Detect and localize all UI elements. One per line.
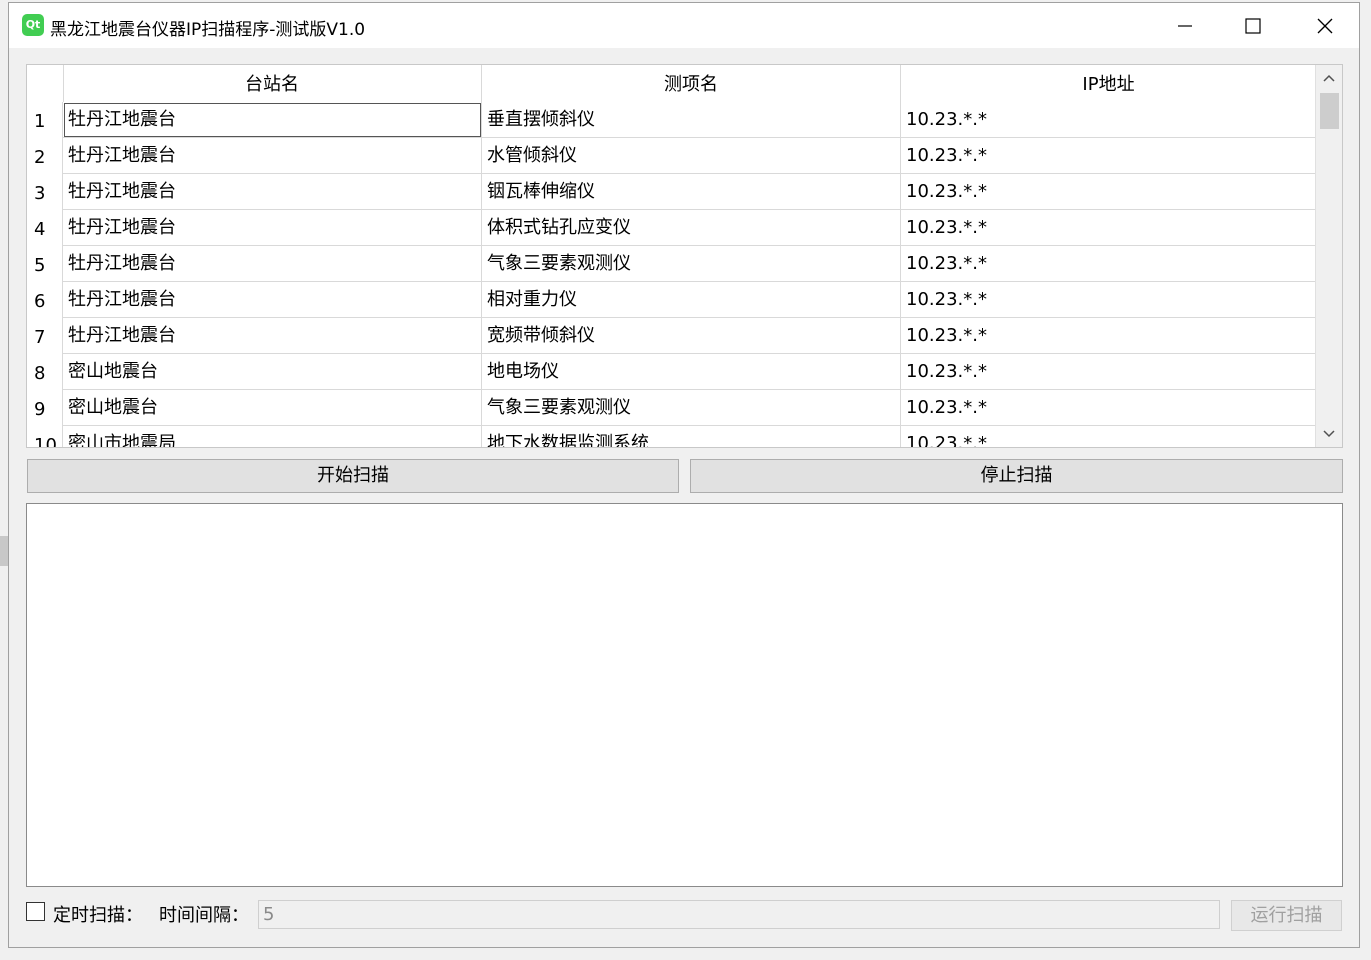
cell-item[interactable]: 地电场仪 <box>482 354 901 390</box>
table-row[interactable]: 7 牡丹江地震台 宽频带倾斜仪 10.23.*.* <box>27 318 1317 354</box>
cell-ip[interactable]: 10.23.*.* <box>901 174 1317 210</box>
interval-label: 时间间隔： <box>159 901 249 927</box>
cell-ip[interactable]: 10.23.*.* <box>901 282 1317 318</box>
row-number[interactable]: 5 <box>27 246 63 282</box>
maximize-icon <box>1245 18 1261 34</box>
cell-item[interactable]: 地下水数据监测系统 <box>482 426 901 448</box>
row-number[interactable]: 7 <box>27 318 63 354</box>
table-row[interactable]: 1 牡丹江地震台 垂直摆倾斜仪 10.23.*.* <box>27 102 1317 138</box>
timed-scan-checkbox[interactable] <box>26 902 45 921</box>
table-row[interactable]: 9 密山地震台 气象三要素观测仪 10.23.*.* <box>27 390 1317 426</box>
row-number[interactable]: 3 <box>27 174 63 210</box>
timed-scan-label[interactable]: 定时扫描： <box>53 901 143 927</box>
cell-station[interactable]: 密山地震台 <box>63 390 482 426</box>
cell-item[interactable]: 宽频带倾斜仪 <box>482 318 901 354</box>
scan-log-textarea[interactable] <box>26 503 1343 887</box>
table-row[interactable]: 10 密山市地震局 地下水数据监测系统 10.23.*.* <box>27 426 1317 448</box>
cell-item[interactable]: 相对重力仪 <box>482 282 901 318</box>
cell-station[interactable]: 牡丹江地震台 <box>63 210 482 246</box>
table-row[interactable]: 4 牡丹江地震台 体积式钻孔应变仪 10.23.*.* <box>27 210 1317 246</box>
table-row[interactable]: 2 牡丹江地震台 水管倾斜仪 10.23.*.* <box>27 138 1317 174</box>
cell-station[interactable]: 牡丹江地震台 <box>63 138 482 174</box>
cell-item[interactable]: 垂直摆倾斜仪 <box>482 102 901 138</box>
table-row[interactable]: 8 密山地震台 地电场仪 10.23.*.* <box>27 354 1317 390</box>
bottom-bar: 定时扫描： 时间间隔： 5 运行扫描 <box>9 893 1359 933</box>
cell-item[interactable]: 气象三要素观测仪 <box>482 390 901 426</box>
instrument-table: 台站名 测项名 IP地址 1 牡丹江地震台 垂直摆倾斜仪 10.23.*.* 2… <box>26 64 1343 448</box>
cell-ip[interactable]: 10.23.*.* <box>901 390 1317 426</box>
scroll-up-button[interactable] <box>1316 65 1342 91</box>
cell-item[interactable]: 水管倾斜仪 <box>482 138 901 174</box>
cell-item[interactable]: 铟瓦棒伸缩仪 <box>482 174 901 210</box>
header-ip[interactable]: IP地址 <box>901 65 1317 102</box>
cell-ip[interactable]: 10.23.*.* <box>901 318 1317 354</box>
cell-ip[interactable]: 10.23.*.* <box>901 354 1317 390</box>
stop-scan-button[interactable]: 停止扫描 <box>690 459 1343 493</box>
chevron-down-icon <box>1323 430 1335 438</box>
chevron-up-icon <box>1323 74 1335 82</box>
close-button[interactable] <box>1291 3 1359 48</box>
window-title: 黑龙江地震台仪器IP扫描程序-测试版V1.0 <box>50 15 365 40</box>
interval-input[interactable]: 5 <box>258 900 1220 929</box>
row-number[interactable]: 1 <box>27 102 63 138</box>
cell-item[interactable]: 气象三要素观测仪 <box>482 246 901 282</box>
header-item[interactable]: 测项名 <box>482 65 901 102</box>
table-row[interactable]: 6 牡丹江地震台 相对重力仪 10.23.*.* <box>27 282 1317 318</box>
scroll-down-button[interactable] <box>1316 421 1342 447</box>
minimize-button[interactable] <box>1151 3 1219 48</box>
background-edge <box>0 536 8 566</box>
cell-station[interactable]: 密山市地震局 <box>63 426 482 448</box>
cell-station[interactable]: 牡丹江地震台 <box>63 318 482 354</box>
cell-station[interactable]: 牡丹江地震台 <box>63 246 482 282</box>
cell-ip[interactable]: 10.23.*.* <box>901 138 1317 174</box>
cell-station[interactable]: 牡丹江地震台 <box>63 102 482 138</box>
cell-ip[interactable]: 10.23.*.* <box>901 426 1317 448</box>
run-scan-button[interactable]: 运行扫描 <box>1231 900 1342 931</box>
cell-ip[interactable]: 10.23.*.* <box>901 102 1317 138</box>
header-station[interactable]: 台站名 <box>63 65 482 102</box>
table-vertical-scrollbar[interactable] <box>1315 65 1342 447</box>
scroll-thumb[interactable] <box>1320 93 1339 129</box>
minimize-icon <box>1177 18 1193 34</box>
row-number[interactable]: 10 <box>27 426 63 448</box>
row-number[interactable]: 8 <box>27 354 63 390</box>
maximize-button[interactable] <box>1219 3 1287 48</box>
table-row[interactable]: 3 牡丹江地震台 铟瓦棒伸缩仪 10.23.*.* <box>27 174 1317 210</box>
qt-app-icon: Qt <box>22 14 44 36</box>
row-number[interactable]: 9 <box>27 390 63 426</box>
app-window: Qt 黑龙江地震台仪器IP扫描程序-测试版V1.0 台站名 测项名 IP地址 1… <box>8 2 1360 948</box>
table-row[interactable]: 5 牡丹江地震台 气象三要素观测仪 10.23.*.* <box>27 246 1317 282</box>
row-number[interactable]: 2 <box>27 138 63 174</box>
table-corner[interactable] <box>27 65 64 102</box>
row-number[interactable]: 4 <box>27 210 63 246</box>
cell-station[interactable]: 密山地震台 <box>63 354 482 390</box>
close-icon <box>1317 18 1333 34</box>
start-scan-button[interactable]: 开始扫描 <box>27 459 679 493</box>
row-number[interactable]: 6 <box>27 282 63 318</box>
cell-station[interactable]: 牡丹江地震台 <box>63 282 482 318</box>
cell-ip[interactable]: 10.23.*.* <box>901 246 1317 282</box>
cell-item[interactable]: 体积式钻孔应变仪 <box>482 210 901 246</box>
table-header: 台站名 测项名 IP地址 <box>27 65 1317 102</box>
title-bar: Qt 黑龙江地震台仪器IP扫描程序-测试版V1.0 <box>9 3 1359 48</box>
cell-station[interactable]: 牡丹江地震台 <box>63 174 482 210</box>
cell-ip[interactable]: 10.23.*.* <box>901 210 1317 246</box>
